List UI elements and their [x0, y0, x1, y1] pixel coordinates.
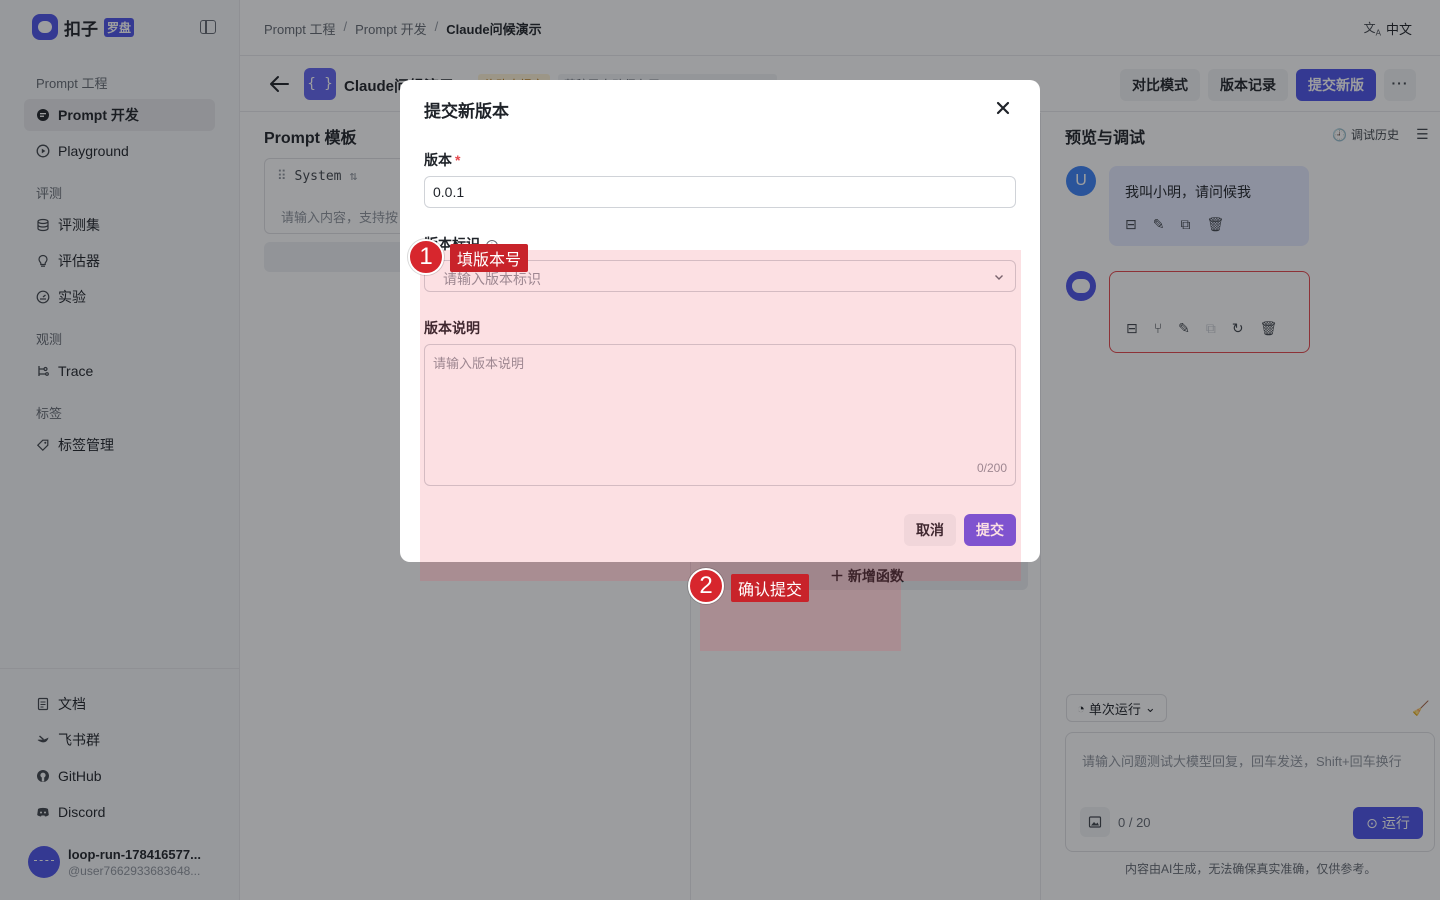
annotation-step-2: 2 [688, 568, 724, 604]
version-input[interactable] [424, 176, 1016, 208]
version-field-label: 版本 * [424, 150, 460, 170]
close-icon[interactable] [995, 100, 1011, 116]
annotation-step-1: 1 [408, 239, 444, 275]
annotation-label-1: 填版本号 [450, 244, 529, 272]
dialog-title: 提交新版本 [424, 102, 509, 121]
annotation-highlight-1 [420, 250, 1021, 581]
version-label-text: 版本 [424, 152, 452, 168]
required-marker: * [455, 152, 461, 168]
annotation-label-2: 确认提交 [731, 574, 810, 602]
